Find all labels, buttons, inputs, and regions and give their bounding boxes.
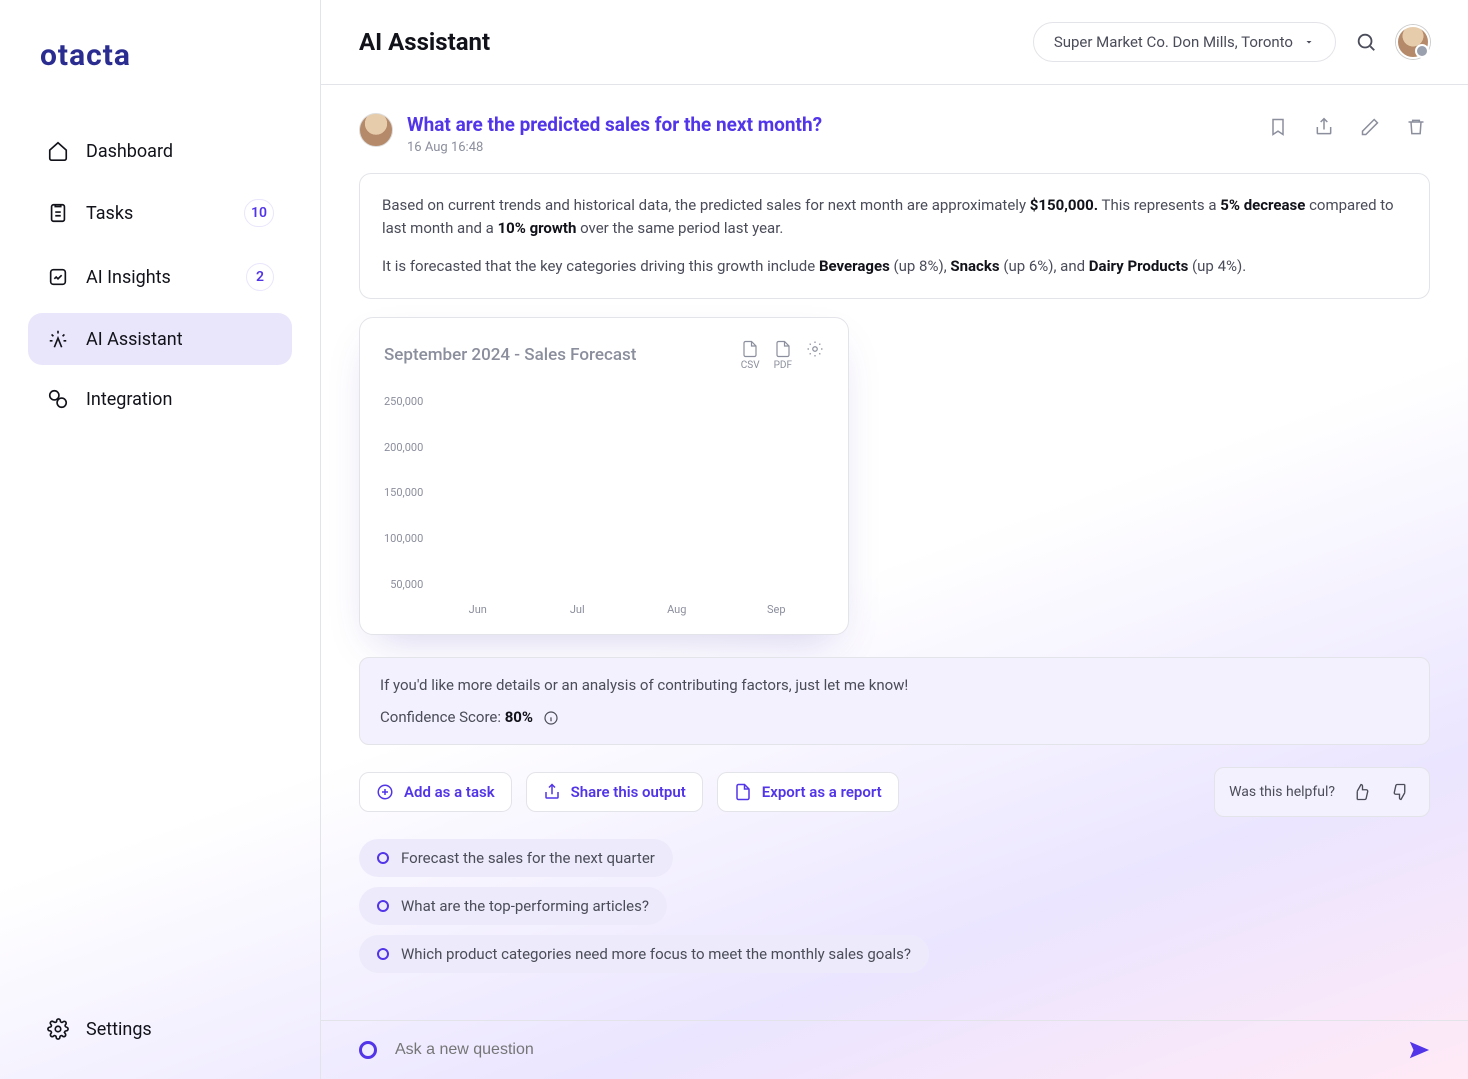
user-avatar[interactable] [1396, 25, 1430, 59]
send-button[interactable] [1408, 1039, 1430, 1061]
plus-circle-icon [376, 783, 394, 801]
nav-item-label: Dashboard [86, 141, 173, 162]
sidebar: otacta Dashboard Tasks 10 AI Insights 2 AI As… [0, 0, 320, 1079]
nav-item-label: Tasks [86, 203, 133, 224]
thread-avatar [359, 113, 393, 147]
export-report-button[interactable]: Export as a report [717, 772, 899, 812]
answer-p1: Based on current trends and historical d… [382, 194, 1407, 241]
share-output-button[interactable]: Share this output [526, 772, 703, 812]
settings-link[interactable]: Settings [28, 1003, 292, 1055]
x-label: Jul [540, 603, 616, 616]
info-icon[interactable] [543, 710, 559, 726]
main: AI Assistant Super Market Co. Don Mills,… [320, 0, 1468, 1079]
thread-actions [1264, 113, 1430, 141]
nav-item-ai-insights[interactable]: AI Insights 2 [28, 249, 292, 305]
nav: Dashboard Tasks 10 AI Insights 2 AI Assistant… [28, 125, 292, 425]
helpful-label: Was this helpful? [1229, 784, 1335, 800]
chart-settings-button[interactable] [806, 340, 824, 371]
share-button[interactable] [1310, 113, 1338, 141]
x-label: Aug [639, 603, 715, 616]
suggestion-text: Forecast the sales for the next quarter [401, 849, 655, 867]
page-title: AI Assistant [359, 28, 490, 56]
prompt-indicator-icon [359, 1041, 377, 1059]
dashboard-icon [46, 139, 70, 163]
document-icon [734, 783, 752, 801]
followup-text: If you'd like more details or an analysi… [380, 676, 1409, 694]
nav-item-label: AI Assistant [86, 329, 183, 350]
nav-item-dashboard[interactable]: Dashboard [28, 125, 292, 177]
answer-p2: It is forecasted that the key categories… [382, 255, 1407, 278]
circle-icon [377, 948, 389, 960]
ask-input[interactable] [393, 1040, 1392, 1060]
edit-button[interactable] [1356, 113, 1384, 141]
y-tick: 100,000 [384, 532, 423, 545]
suggestion-text: Which product categories need more focus… [401, 945, 911, 963]
helpful-widget: Was this helpful? [1214, 767, 1430, 817]
nav-item-tasks[interactable]: Tasks 10 [28, 185, 292, 241]
nav-badge: 2 [246, 263, 274, 291]
y-tick: 50,000 [390, 578, 423, 591]
suggestion-text: What are the top-performing articles? [401, 897, 649, 915]
answer-card: Based on current trends and historical d… [359, 173, 1430, 299]
chart-plot [429, 395, 824, 595]
integration-icon [46, 387, 70, 411]
chart-card: September 2024 - Sales Forecast CSV PDF [359, 317, 849, 635]
insights-icon [46, 265, 70, 289]
content: What are the predicted sales for the nex… [321, 85, 1468, 1020]
nav-item-label: Integration [86, 389, 172, 410]
chart-y-axis: 250,000 200,000 150,000 100,000 50,000 [384, 395, 423, 595]
suggestion-0[interactable]: Forecast the sales for the next quarter [359, 839, 673, 877]
x-label: Jun [440, 603, 516, 616]
chart-x-axis: Jun Jul Aug Sep [384, 595, 824, 616]
followup-card: If you'd like more details or an analysi… [359, 657, 1430, 745]
export-csv-button[interactable]: CSV [741, 340, 760, 371]
settings-label: Settings [86, 1019, 152, 1040]
circle-icon [377, 852, 389, 864]
suggestion-2[interactable]: Which product categories need more focus… [359, 935, 929, 973]
y-tick: 250,000 [384, 395, 423, 408]
circle-icon [377, 900, 389, 912]
y-tick: 150,000 [384, 486, 423, 499]
nav-item-ai-assistant[interactable]: AI Assistant [28, 313, 292, 365]
share-icon [543, 783, 561, 801]
brand-logo: otacta [28, 30, 292, 101]
org-selector[interactable]: Super Market Co. Don Mills, Toronto [1033, 22, 1336, 62]
add-task-button[interactable]: Add as a task [359, 772, 512, 812]
topbar: AI Assistant Super Market Co. Don Mills,… [321, 0, 1468, 85]
tasks-icon [46, 201, 70, 225]
thread-header: What are the predicted sales for the nex… [359, 113, 1430, 155]
nav-item-label: AI Insights [86, 267, 171, 288]
thread-question: What are the predicted sales for the nex… [407, 113, 822, 136]
suggestion-1[interactable]: What are the top-performing articles? [359, 887, 667, 925]
thumbs-up-button[interactable] [1347, 778, 1375, 806]
x-label: Sep [739, 603, 815, 616]
suggestions: Forecast the sales for the next quarter W… [359, 839, 1430, 983]
thread-timestamp: 16 Aug 16:48 [407, 140, 822, 155]
nav-item-integration[interactable]: Integration [28, 373, 292, 425]
export-pdf-button[interactable]: PDF [774, 340, 792, 371]
y-tick: 200,000 [384, 441, 423, 454]
action-row: Add as a task Share this output Export a… [359, 767, 1430, 817]
search-button[interactable] [1352, 28, 1380, 56]
chevron-down-icon [1303, 36, 1315, 48]
delete-button[interactable] [1402, 113, 1430, 141]
nav-badge: 10 [244, 199, 274, 227]
thumbs-down-button[interactable] [1387, 778, 1415, 806]
gear-icon [46, 1017, 70, 1041]
chart-title: September 2024 - Sales Forecast [384, 345, 636, 365]
bookmark-button[interactable] [1264, 113, 1292, 141]
input-bar [321, 1020, 1468, 1079]
org-selector-label: Super Market Co. Don Mills, Toronto [1054, 33, 1293, 51]
confidence-score: Confidence Score: 80% [380, 708, 1409, 726]
assistant-icon [46, 327, 70, 351]
